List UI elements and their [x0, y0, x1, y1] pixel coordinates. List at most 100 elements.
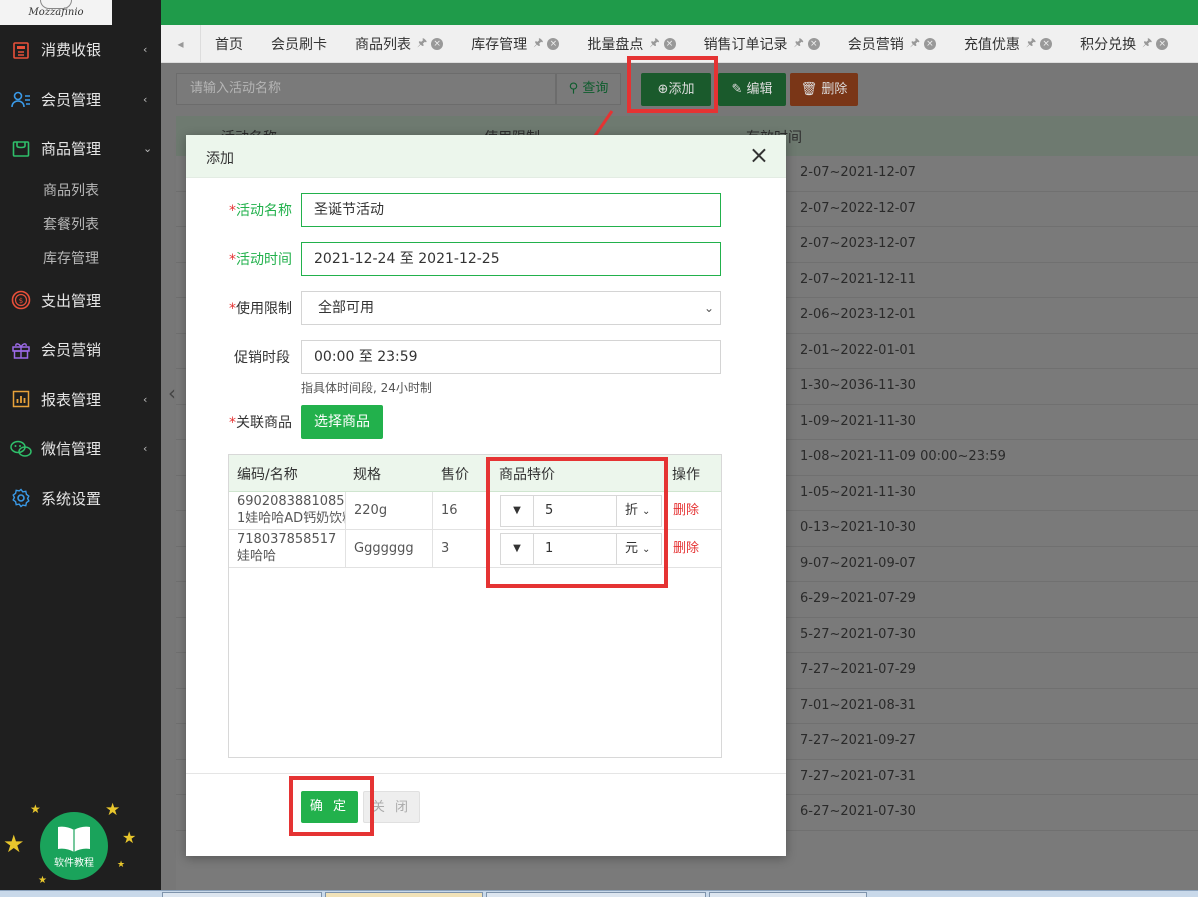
tab-points-exchange[interactable]: 积分兑换 🖈 × — [1066, 25, 1182, 63]
tab-scroll-left-icon[interactable]: ◂ — [161, 24, 201, 63]
select-goods-button[interactable]: 选择商品 — [301, 405, 383, 439]
activity-name-input[interactable]: 圣诞节活动 — [301, 193, 721, 227]
tutorial-button[interactable]: 软件教程 — [40, 812, 108, 880]
menu-label: 会员营销 — [41, 341, 102, 360]
delete-button-label: 删除 — [821, 82, 848, 97]
name-label: *活动名称 — [229, 203, 292, 219]
tab-label: 积分兑换 — [1080, 36, 1137, 53]
close-icon[interactable]: × — [663, 37, 676, 50]
valid-time-cell: 6-27~2021-07-30 — [800, 804, 916, 819]
valid-time-cell: 9-07~2021-09-07 — [800, 555, 916, 571]
menu-item-report[interactable]: 报表管理 ‹ — [0, 375, 161, 425]
taskbar-item[interactable] — [709, 892, 867, 897]
menu-label: 支出管理 — [41, 291, 102, 310]
menu-item-goods[interactable]: 商品管理 ⌄ — [0, 124, 161, 174]
delete-row-link[interactable]: 删除 — [673, 530, 699, 568]
delete-button[interactable]: 🗑 删除 — [790, 73, 858, 106]
highlight-box — [289, 776, 374, 836]
tab-recharge-offers[interactable]: 充值优惠 🖈 × — [950, 25, 1066, 63]
menu-item-cashier[interactable]: 消费收银 ‹ — [0, 25, 161, 75]
taskbar-item[interactable] — [162, 892, 322, 897]
svg-text:$: $ — [19, 297, 23, 305]
menu-label: 报表管理 — [41, 390, 102, 409]
search-button-label: 查询 — [582, 81, 609, 96]
valid-time-cell: 7-01~2021-08-31 — [800, 697, 916, 713]
search-button[interactable]: ⚲ 查询 — [556, 73, 621, 105]
valid-time-cell: 1-09~2021-11-30 — [800, 413, 916, 429]
menu-item-expense[interactable]: $ 支出管理 — [0, 276, 161, 326]
tab-inventory[interactable]: 库存管理 🖈 × — [457, 25, 573, 63]
chevron-left-icon: ‹ — [143, 392, 148, 406]
tab-home[interactable]: 首页 — [201, 25, 257, 63]
activity-time-input[interactable]: 2021-12-24 至 2021-12-25 — [301, 242, 721, 276]
menu-label: 系统设置 — [41, 489, 102, 508]
search-icon: ⚲ — [568, 81, 579, 96]
tab-member-marketing[interactable]: 会员营销 🖈 × — [834, 25, 950, 63]
edit-button[interactable]: ✎ 编辑 — [718, 73, 786, 106]
chevron-down-icon: ⌄ — [703, 301, 714, 315]
close-icon[interactable]: × — [1156, 37, 1169, 50]
goods-spec: 220g — [346, 492, 433, 530]
collapse-sidebar-icon[interactable]: ‹ — [162, 375, 182, 411]
delete-row-link[interactable]: 删除 — [673, 492, 699, 530]
column-header: 规格 — [353, 467, 381, 483]
star-icon: ★ — [30, 802, 41, 816]
submenu-item-combo-list[interactable]: 套餐列表 — [0, 208, 161, 242]
valid-time-cell: 2-06~2023-12-01 — [800, 307, 916, 322]
valid-time-cell: 1-08~2021-11-09 00:00~23:59 — [800, 449, 1006, 464]
goods-price: 3 — [433, 530, 488, 568]
highlight-box — [627, 56, 718, 113]
submenu-item-goods-list[interactable]: 商品列表 — [0, 174, 161, 208]
pin-icon[interactable]: 🖈 — [910, 34, 920, 53]
edit-button-label: 编辑 — [746, 82, 773, 97]
goods-spec: Ggggggg — [346, 530, 433, 568]
pin-icon[interactable]: 🖈 — [649, 34, 659, 53]
dialog-header: 添加 × — [186, 135, 786, 178]
tab-label: 商品列表 — [355, 36, 411, 53]
pin-icon[interactable]: 🖈 — [1142, 34, 1152, 53]
menu-item-member[interactable]: 会员管理 ‹ — [0, 75, 161, 125]
tab-goods-list[interactable]: 商品列表 🖈 × — [341, 25, 457, 63]
usage-limit-select[interactable]: 全部可用 ⌄ — [301, 291, 721, 325]
star-icon: ★ — [38, 875, 47, 886]
goods-label: *关联商品 — [229, 415, 292, 431]
time-label: *活动时间 — [229, 252, 292, 268]
cashier-icon — [10, 39, 32, 61]
pin-icon[interactable]: 🖈 — [417, 34, 427, 53]
close-icon[interactable]: × — [749, 143, 769, 167]
search-input[interactable]: 请输入活动名称 — [176, 73, 556, 105]
close-icon[interactable]: × — [431, 37, 444, 50]
valid-time-cell: 2-07~2021-12-11 — [800, 271, 916, 287]
dialog-footer: 确 定 关 闭 — [186, 773, 786, 856]
close-icon[interactable]: × — [923, 37, 936, 50]
valid-time-cell: 2-07~2022-12-07 — [800, 200, 916, 216]
period-hint: 指具体时间段, 24小时制 — [301, 381, 432, 395]
close-icon[interactable]: × — [547, 37, 560, 50]
taskbar-item[interactable] — [486, 892, 706, 897]
menu-label: 微信管理 — [41, 440, 102, 459]
menu-item-marketing[interactable]: 会员营销 — [0, 325, 161, 375]
menu-item-settings[interactable]: 系统设置 — [0, 474, 161, 524]
taskbar — [0, 890, 1198, 897]
star-icon: ★ — [3, 830, 25, 858]
member-icon — [10, 88, 32, 110]
gift-icon — [10, 339, 32, 361]
taskbar-item[interactable] — [325, 892, 483, 897]
pin-icon[interactable]: 🖈 — [794, 34, 804, 53]
valid-time-cell: 7-27~2021-09-27 — [800, 733, 916, 748]
dialog-title: 添加 — [206, 151, 234, 167]
report-icon — [10, 388, 32, 410]
menu-item-wechat[interactable]: 微信管理 ‹ — [0, 424, 161, 474]
highlight-box — [486, 457, 668, 588]
pin-icon[interactable]: 🖈 — [533, 34, 543, 53]
tutorial-widget[interactable]: ★ ★ ★ ★ ★ ★ 软件教程 — [0, 800, 161, 890]
top-bar — [161, 0, 1198, 25]
submenu-item-inventory[interactable]: 库存管理 — [0, 242, 161, 276]
promo-period-input[interactable]: 00:00 至 23:59 — [301, 340, 721, 374]
pin-icon[interactable]: 🖈 — [1026, 34, 1036, 53]
star-icon: ★ — [122, 828, 137, 847]
close-icon[interactable]: × — [1040, 37, 1053, 50]
chevron-left-icon: ‹ — [143, 92, 148, 106]
tab-member-card[interactable]: 会员刷卡 — [257, 25, 341, 63]
close-icon[interactable]: × — [807, 37, 820, 50]
